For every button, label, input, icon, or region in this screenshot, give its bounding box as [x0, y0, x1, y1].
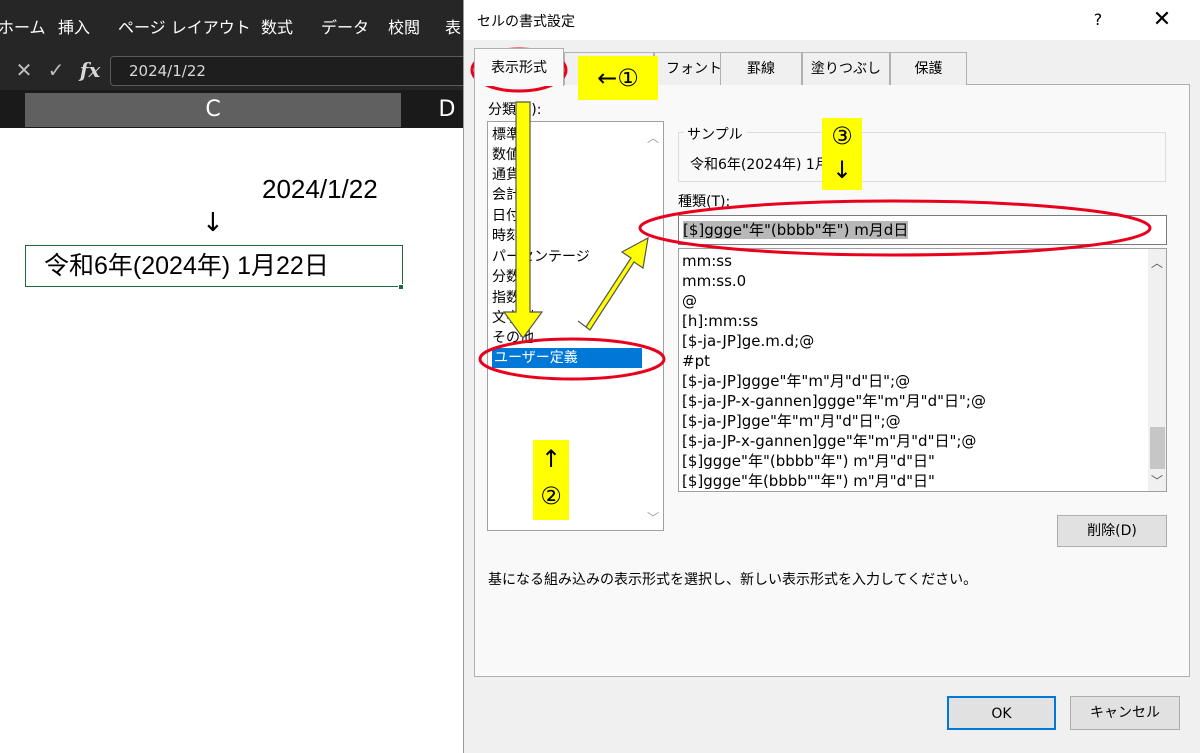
fx-icon[interactable]: fx	[76, 57, 104, 85]
down-arrow-icon: ↓	[831, 156, 853, 184]
type-input-text: [$]ggge"年"(bbbb"年") m月d日	[683, 221, 909, 239]
category-item[interactable]: 日付	[492, 206, 520, 226]
category-label: 分類(C):	[488, 102, 542, 118]
scrollbar-thumb[interactable]	[1150, 427, 1165, 469]
scroll-up-icon[interactable]: ︿	[1148, 255, 1166, 271]
category-item[interactable]: 通貨	[492, 165, 520, 185]
fill-handle[interactable]	[398, 284, 404, 290]
annotation-note-2: ↑ ②	[533, 440, 569, 520]
format-item[interactable]: @	[682, 291, 697, 311]
format-item[interactable]: [$-ja-JP]gge"年"m"月"d"日";@	[682, 411, 901, 431]
ok-button[interactable]: OK	[947, 696, 1056, 730]
category-item[interactable]: 文字列	[492, 308, 534, 328]
format-item[interactable]: [$]ggge"年"(bbbb"年") m"月"d"日"	[682, 451, 935, 471]
ribbon-tab-formulas[interactable]: 数式	[261, 14, 293, 38]
annotation-note-3: ③ ↓	[822, 118, 862, 190]
category-item[interactable]: パーセンテージ	[492, 247, 590, 267]
close-button[interactable]: ✕	[1144, 4, 1180, 36]
format-item[interactable]: mm:ss.0	[682, 271, 746, 291]
scroll-up-icon[interactable]: ︿	[644, 130, 662, 146]
format-item[interactable]: [$-ja-JP-x-gannen]ggge"年"m"月"d"日";@	[682, 391, 986, 411]
ribbon-tab-insert[interactable]: 挿入	[58, 14, 90, 38]
type-input[interactable]: [$]ggge"年"(bbbb"年") m月d日	[678, 215, 1167, 245]
category-item-custom[interactable]: ユーザー定義	[492, 348, 642, 368]
up-arrow-icon: ↑	[540, 445, 562, 473]
delete-button[interactable]: 削除(D)	[1057, 515, 1167, 547]
formula-input[interactable]: 2024/1/22	[110, 56, 470, 86]
tab-border[interactable]: 罫線	[720, 52, 802, 85]
format-list-scrollbar[interactable]: ︿ ﹀	[1148, 249, 1166, 491]
category-item[interactable]: 数値	[492, 145, 520, 165]
check-icon[interactable]: ✓	[42, 57, 70, 85]
ribbon-tab-page-layout[interactable]: ページ レイアウト	[118, 14, 251, 38]
hint-text: 基になる組み込みの表示形式を選択し、新しい表示形式を入力してください。	[488, 572, 978, 588]
format-item[interactable]: [$]ggge"年(bbbb""年") m"月"d"日"	[682, 471, 935, 491]
format-item[interactable]: [$-ja-JP]ggge"年"m"月"d"日";@	[682, 371, 910, 391]
format-list[interactable]: mm:ss mm:ss.0 @ [h]:mm:ss [$-ja-JP]ge.m.…	[678, 248, 1167, 492]
format-item[interactable]: #pt	[682, 351, 710, 371]
annotation-number-2: ②	[540, 482, 562, 510]
category-item[interactable]: 分数	[492, 267, 520, 287]
tab-fill[interactable]: 塗りつぶし	[802, 52, 890, 85]
format-cells-dialog: セルの書式設定 ? ✕ 表示形式 配置 フォント 罫線 塗りつぶし 保護 分類(…	[463, 0, 1200, 753]
dialog-title: セルの書式設定	[477, 14, 575, 30]
down-arrow-icon: ↓	[202, 208, 224, 238]
annotation-note-1: ←①	[578, 56, 658, 100]
selected-cell[interactable]: 令和6年(2024年) 1月22日	[25, 245, 403, 287]
category-item[interactable]: 時刻	[492, 226, 520, 246]
category-item[interactable]: 会計	[492, 185, 520, 205]
category-item[interactable]: 指数	[492, 288, 520, 308]
category-list[interactable]: 標準 数値 通貨 会計 日付 時刻 パーセンテージ 分数 指数 文字列 その他 …	[487, 121, 664, 531]
category-item[interactable]: その他	[492, 328, 534, 348]
format-item[interactable]: mm:ss	[682, 251, 732, 271]
format-item[interactable]: [$-ja-JP]ge.m.d;@	[682, 331, 814, 351]
tab-protection[interactable]: 保護	[890, 52, 967, 85]
ribbon-tab-home[interactable]: ホーム	[0, 14, 46, 38]
scroll-down-icon[interactable]: ﹀	[644, 510, 662, 526]
ribbon-tab-view[interactable]: 表	[445, 14, 461, 38]
category-item[interactable]: 標準	[492, 125, 520, 145]
type-label: 種類(T):	[678, 194, 731, 210]
cancel-icon[interactable]: ✕	[10, 57, 38, 85]
format-item[interactable]: [h]:mm:ss	[682, 311, 758, 331]
tab-number[interactable]: 表示形式	[474, 48, 564, 86]
format-item[interactable]: [$-ja-JP-x-gannen]gge"年"m"月"d"日";@	[682, 431, 976, 451]
scroll-down-icon[interactable]: ﹀	[1148, 473, 1166, 489]
help-button[interactable]: ?	[1084, 6, 1112, 34]
dialog-titlebar: セルの書式設定 ? ✕	[464, 0, 1200, 40]
cell-date-value[interactable]: 2024/1/22	[262, 174, 378, 205]
annotation-number-3: ③	[831, 122, 853, 150]
ribbon-tab-review[interactable]: 校閲	[388, 14, 420, 38]
ribbon-tab-data[interactable]: データ	[321, 14, 369, 38]
cancel-button[interactable]: キャンセル	[1070, 696, 1180, 730]
column-header-c[interactable]: C	[25, 93, 401, 127]
sample-label: サンプル	[684, 124, 746, 144]
